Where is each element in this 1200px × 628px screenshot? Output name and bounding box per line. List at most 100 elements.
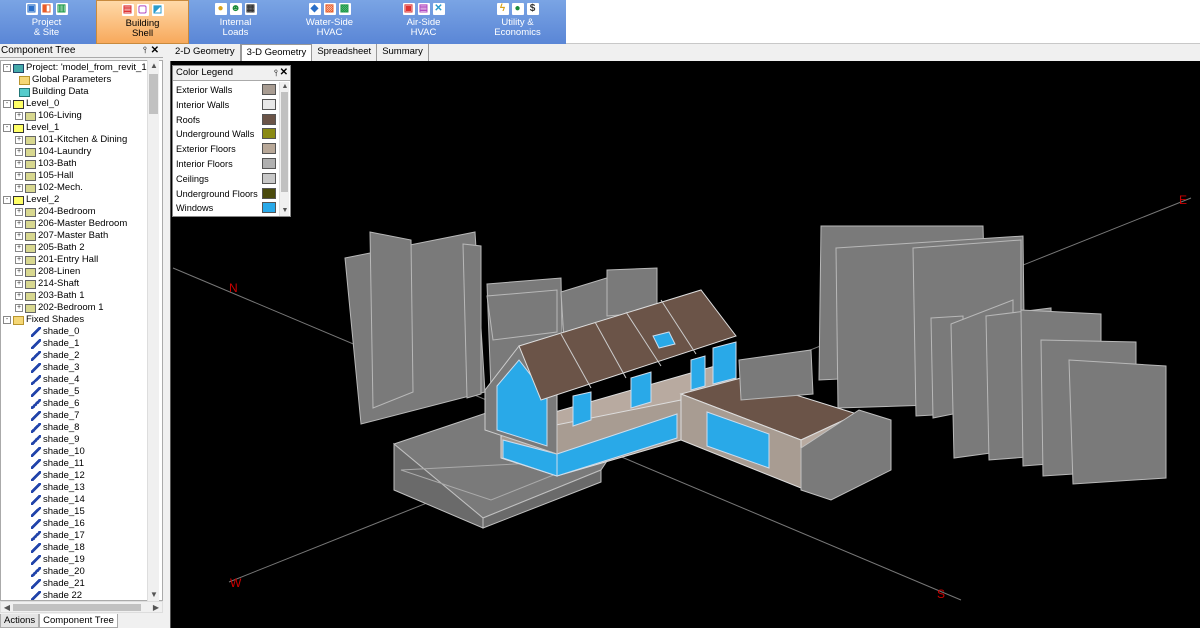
tree-node[interactable]: +202-Bedroom 1 xyxy=(15,302,103,314)
expand-icon[interactable]: + xyxy=(15,220,23,228)
expand-icon[interactable]: + xyxy=(15,184,23,192)
app-window: ▣ ◧ ▥ Project & Site ▤ ▢ ◩ Building Shell ● ☻ ▦ Inter… xyxy=(0,0,1200,628)
tree-node[interactable]: shade_13 xyxy=(27,482,85,494)
tab-spreadsheet[interactable]: Spreadsheet xyxy=(312,44,378,61)
level-icon xyxy=(13,195,24,205)
expand-icon[interactable]: + xyxy=(15,136,23,144)
tree-horizontal-scrollbar[interactable]: ◀ ▶ xyxy=(0,601,163,613)
ribbon-tab-project[interactable]: ▣ ◧ ▥ Project & Site xyxy=(0,0,93,44)
tree-node[interactable]: shade 22 xyxy=(27,590,82,600)
scroll-up-icon[interactable]: ▲ xyxy=(280,82,290,92)
expand-icon[interactable]: + xyxy=(15,244,23,252)
scrollbar-thumb[interactable] xyxy=(149,74,158,114)
tree-node[interactable]: shade_16 xyxy=(27,518,85,530)
collapse-icon[interactable]: - xyxy=(3,196,11,204)
tree-node[interactable]: +104-Laundry xyxy=(15,146,91,158)
scrollbar-thumb[interactable] xyxy=(281,92,288,192)
tree-node[interactable]: shade_21 xyxy=(27,578,85,590)
expand-icon[interactable]: + xyxy=(15,232,23,240)
pin-icon[interactable]: ⫯ xyxy=(143,44,147,57)
pin-icon[interactable]: ⫯ xyxy=(274,66,278,80)
tree-node[interactable]: shade_20 xyxy=(27,566,85,578)
scroll-right-icon[interactable]: ▶ xyxy=(150,602,162,613)
tree-node[interactable]: shade_18 xyxy=(27,542,85,554)
expand-icon[interactable]: + xyxy=(15,172,23,180)
tree-node[interactable]: Building Data xyxy=(15,86,89,98)
tree-node[interactable]: shade_9 xyxy=(27,434,79,446)
ribbon-tab-utility[interactable]: ϟ ● $ Utility & Economics xyxy=(471,0,564,44)
tree-node[interactable]: - Level_2 xyxy=(3,194,59,206)
expand-icon[interactable]: + xyxy=(15,304,23,312)
collapse-icon[interactable]: - xyxy=(3,316,11,324)
tree-node[interactable]: - Fixed Shades xyxy=(3,314,84,326)
tree-node[interactable]: shade_6 xyxy=(27,398,79,410)
ribbon-tab-building[interactable]: ▤ ▢ ◩ Building Shell xyxy=(96,0,189,44)
tree-node[interactable]: - Project: 'model_from_revit_1' xyxy=(3,62,148,74)
tree-node[interactable]: shade_5 xyxy=(27,386,79,398)
tree-node[interactable]: shade_7 xyxy=(27,410,79,422)
tree-node[interactable]: shade_12 xyxy=(27,470,85,482)
tree-node[interactable]: shade_4 xyxy=(27,374,79,386)
tree-node[interactable]: +203-Bath 1 xyxy=(15,290,84,302)
expand-icon[interactable]: + xyxy=(15,148,23,156)
tab-3-d-geometry[interactable]: 3-D Geometry xyxy=(240,44,313,61)
ribbon-tab-internal[interactable]: ● ☻ ▦ Internal Loads xyxy=(189,0,282,44)
tree-node[interactable]: +103-Bath xyxy=(15,158,77,170)
tree-node[interactable]: - Level_0 xyxy=(3,98,59,110)
expand-icon[interactable]: + xyxy=(15,112,23,120)
expand-icon[interactable]: + xyxy=(15,292,23,300)
tree-node[interactable]: shade_0 xyxy=(27,326,79,338)
tree-node[interactable]: shade_10 xyxy=(27,446,85,458)
tree-node[interactable]: shade_11 xyxy=(27,458,84,470)
collapse-icon[interactable]: - xyxy=(3,100,11,108)
ribbon-tab-airside[interactable]: ▣ ▤ ✕ Air-Side HVAC xyxy=(377,0,470,44)
tree-node[interactable]: shade_3 xyxy=(27,362,79,374)
tree-node[interactable]: +102-Mech. xyxy=(15,182,83,194)
legend-color-swatch xyxy=(262,113,276,125)
tree-node[interactable]: +207-Master Bath xyxy=(15,230,108,242)
scroll-down-icon[interactable]: ▼ xyxy=(148,589,160,601)
tree-node[interactable]: +201-Entry Hall xyxy=(15,254,98,266)
panel-tab-actions[interactable]: Actions xyxy=(0,614,40,628)
tab-summary[interactable]: Summary xyxy=(377,44,429,61)
3d-viewport[interactable]: N S E W xyxy=(170,61,1200,628)
panel-tab-component-tree[interactable]: Component Tree xyxy=(39,614,118,628)
collapse-icon[interactable]: - xyxy=(3,64,11,72)
tree-node[interactable]: +106-Living xyxy=(15,110,82,122)
tree-node[interactable]: shade_15 xyxy=(27,506,85,518)
scrollbar-thumb[interactable] xyxy=(13,604,141,611)
expand-icon[interactable]: + xyxy=(15,280,23,288)
tree-node[interactable]: +105-Hall xyxy=(15,170,73,182)
legend-scrollbar[interactable]: ▲ ▼ xyxy=(279,82,289,216)
expand-icon[interactable]: + xyxy=(15,256,23,264)
tree-node-label: shade_13 xyxy=(43,482,85,493)
tree-node[interactable]: shade_19 xyxy=(27,554,85,566)
scroll-up-icon[interactable]: ▲ xyxy=(148,60,160,72)
expand-icon[interactable]: + xyxy=(15,160,23,168)
tree-node[interactable]: shade_1 xyxy=(27,338,79,350)
tree-node[interactable]: - Level_1 xyxy=(3,122,59,134)
tree-node[interactable]: +206-Master Bedroom xyxy=(15,218,127,230)
tree-node[interactable]: +101-Kitchen & Dining xyxy=(15,134,127,146)
tree-node[interactable]: Global Parameters xyxy=(15,74,111,86)
tree-node[interactable]: shade_8 xyxy=(27,422,79,434)
ribbon-tab-waterside[interactable]: ◆ ▨ ▩ Water-Side HVAC xyxy=(283,0,376,44)
tree-node[interactable]: +214-Shaft xyxy=(15,278,79,290)
scroll-down-icon[interactable]: ▼ xyxy=(280,206,290,216)
compass-west-label: W xyxy=(230,576,242,590)
tree-node[interactable]: shade_2 xyxy=(27,350,79,362)
tree-node[interactable]: shade_14 xyxy=(27,494,85,506)
tree-node[interactable]: +208-Linen xyxy=(15,266,80,278)
close-icon[interactable]: ✕ xyxy=(280,66,288,80)
room-icon xyxy=(25,159,36,169)
expand-icon[interactable]: + xyxy=(15,268,23,276)
tab-2-d-geometry[interactable]: 2-D Geometry xyxy=(170,44,241,61)
expand-icon[interactable]: + xyxy=(15,208,23,216)
close-icon[interactable]: ✕ xyxy=(151,44,159,57)
tree-node[interactable]: +204-Bedroom xyxy=(15,206,96,218)
scroll-left-icon[interactable]: ◀ xyxy=(1,602,13,613)
tree-vertical-scrollbar[interactable]: ▲ ▼ xyxy=(147,60,159,601)
collapse-icon[interactable]: - xyxy=(3,124,11,132)
tree-node[interactable]: shade_17 xyxy=(27,530,85,542)
tree-node[interactable]: +205-Bath 2 xyxy=(15,242,84,254)
